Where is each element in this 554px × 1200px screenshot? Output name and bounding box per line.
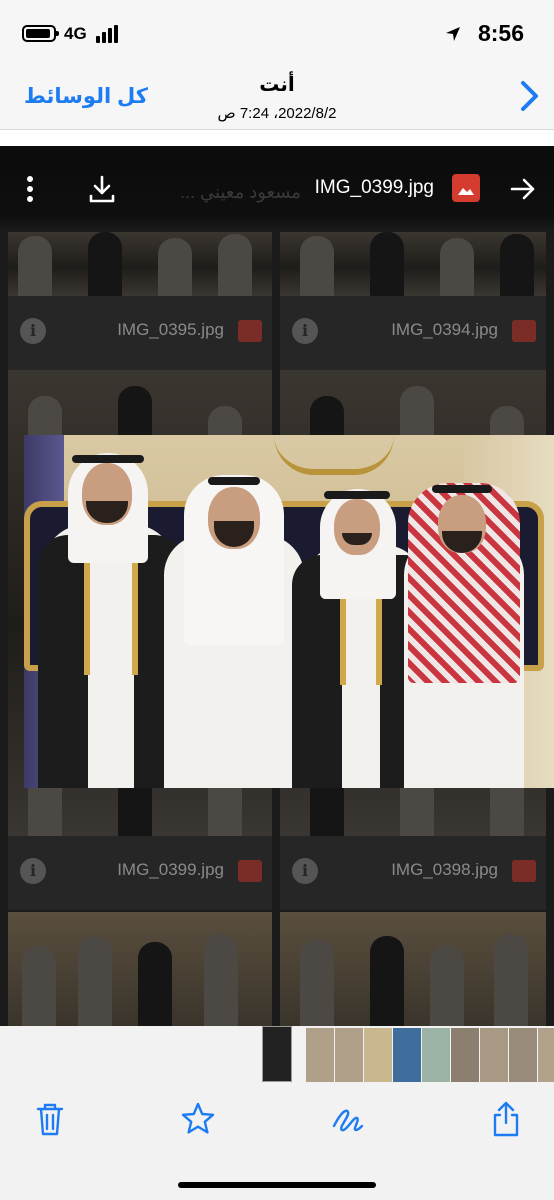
thumbnail[interactable] bbox=[364, 1028, 392, 1082]
battery-icon bbox=[22, 25, 59, 42]
grid-photo bbox=[280, 912, 546, 1026]
image-viewer[interactable]: i IMG_0395.jpg i IMG_0394.jpg i IMG_0399… bbox=[0, 146, 554, 1026]
info-icon[interactable]: i bbox=[20, 858, 46, 884]
thumbnail-strip[interactable] bbox=[0, 1026, 554, 1086]
more-vertical-icon[interactable] bbox=[24, 174, 36, 204]
viewer-toolbar: IMG_0399.jpg ... مسعود معيني bbox=[0, 146, 554, 232]
photo-icon bbox=[512, 320, 536, 342]
location-arrow-icon bbox=[446, 27, 460, 41]
grid-item-name: IMG_0394.jpg bbox=[391, 320, 498, 339]
clock: 8:56 bbox=[477, 20, 524, 46]
thumbnail[interactable] bbox=[509, 1028, 537, 1082]
grid-item[interactable]: i IMG_0399.jpg bbox=[8, 836, 272, 910]
thumbnail[interactable] bbox=[451, 1028, 479, 1082]
grid-photo bbox=[8, 232, 272, 296]
info-icon[interactable]: i bbox=[292, 858, 318, 884]
file-name: IMG_0399.jpg bbox=[314, 177, 434, 198]
arrow-right-icon[interactable] bbox=[508, 174, 538, 204]
thumbnail-current[interactable] bbox=[262, 1026, 292, 1082]
photo-icon bbox=[238, 860, 262, 882]
network-type: 4G bbox=[64, 24, 87, 43]
download-icon[interactable] bbox=[88, 174, 116, 204]
info-icon[interactable]: i bbox=[292, 318, 318, 344]
grid-photo bbox=[8, 912, 272, 1026]
thumbnail[interactable] bbox=[538, 1028, 554, 1082]
trash-icon[interactable] bbox=[32, 1100, 68, 1138]
thumbnail[interactable] bbox=[480, 1028, 508, 1082]
status-bar: 4G 8:56 bbox=[0, 0, 554, 64]
grid-item-name: IMG_0399.jpg bbox=[117, 860, 224, 879]
photo-icon bbox=[238, 320, 262, 342]
photo-icon bbox=[512, 860, 536, 882]
all-media-button[interactable]: كل الوسائط bbox=[24, 84, 148, 109]
thumbnail[interactable] bbox=[335, 1028, 363, 1082]
thumbnail[interactable] bbox=[422, 1028, 450, 1082]
bottom-toolbar bbox=[0, 1086, 554, 1200]
grid-item[interactable]: i IMG_0394.jpg bbox=[280, 296, 546, 370]
background-title: ... مسعود معيني bbox=[180, 182, 301, 202]
markup-icon[interactable] bbox=[330, 1100, 366, 1138]
grid-item-name: IMG_0395.jpg bbox=[117, 320, 224, 339]
grid-item-name: IMG_0398.jpg bbox=[391, 860, 498, 879]
grid-item[interactable]: i IMG_0395.jpg bbox=[8, 296, 272, 370]
photo-icon bbox=[452, 174, 480, 202]
home-indicator bbox=[178, 1182, 376, 1188]
star-icon[interactable] bbox=[180, 1100, 216, 1138]
grid-photo bbox=[280, 232, 546, 296]
signal-icon bbox=[96, 25, 122, 43]
nav-header: أنت 2022/8/2، 7:24 ص كل الوسائط bbox=[0, 64, 554, 130]
grid-item[interactable]: i IMG_0398.jpg bbox=[280, 836, 546, 910]
thumbnail[interactable] bbox=[393, 1028, 421, 1082]
thumbnail[interactable] bbox=[306, 1028, 334, 1082]
share-icon[interactable] bbox=[488, 1100, 524, 1138]
info-icon[interactable]: i bbox=[20, 318, 46, 344]
main-photo[interactable] bbox=[24, 435, 554, 788]
